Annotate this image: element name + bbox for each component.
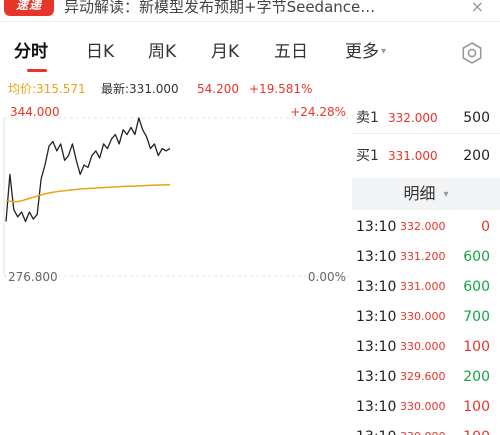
base-percent-label: 0.00% bbox=[307, 270, 346, 284]
trade-price: 331.000 bbox=[400, 280, 446, 293]
chevron-down-icon: ▾ bbox=[443, 188, 449, 200]
trade-price: 330.000 bbox=[400, 340, 446, 353]
trade-detail-label: 明细 bbox=[403, 184, 436, 203]
trade-volume: 700 bbox=[463, 309, 490, 325]
trade-time: 13:10 bbox=[356, 309, 397, 325]
news-badge-label: 速递 bbox=[15, 0, 42, 12]
avg-price-value: 315.571 bbox=[36, 82, 86, 96]
order-book-divider bbox=[352, 133, 500, 134]
trade-time: 13:10 bbox=[356, 399, 397, 415]
quote-stats: 均价:315.571 最新:331.000 54.200 +19.581% bbox=[0, 80, 500, 98]
trade-time: 13:10 bbox=[356, 219, 397, 235]
trade-price: 331.200 bbox=[400, 250, 446, 263]
news-badge: 速递 bbox=[4, 0, 54, 16]
latest-price-value: 331.000 bbox=[129, 82, 179, 96]
close-icon[interactable]: × bbox=[471, 0, 484, 16]
trade-row: 13:10 331.000 600 bbox=[356, 272, 500, 302]
ask-1-label: 卖1 bbox=[356, 110, 379, 126]
trade-time: 13:10 bbox=[356, 279, 397, 295]
trade-time: 13:10 bbox=[356, 249, 397, 265]
tab-more-label: 更多 bbox=[345, 42, 379, 62]
avg-price-stat: 均价:315.571 bbox=[8, 80, 86, 98]
price-change-percent: +19.581% bbox=[249, 82, 313, 96]
tab-monthly-k[interactable]: 月K bbox=[211, 40, 239, 64]
base-price-label: 276.800 bbox=[8, 270, 58, 284]
trade-row: 13:10330.000 100 bbox=[356, 392, 500, 422]
intraday-chart-svg bbox=[3, 117, 352, 277]
ask-1-row: 卖1 332.000 500 bbox=[356, 106, 500, 130]
latest-price-label: 最新: bbox=[101, 82, 130, 96]
trade-row: 13:10 329.600 200 bbox=[356, 362, 500, 392]
tab-weekly-k[interactable]: 周K bbox=[148, 40, 176, 64]
trade-list: 13:10 332.000 0 13:10 331.200 600 13:10 331.000… bbox=[356, 212, 500, 435]
trade-time: 13:10 bbox=[356, 369, 397, 385]
bid-1-volume: 200 bbox=[463, 148, 490, 164]
trade-time: 13:10 bbox=[356, 422, 396, 435]
trade-row: 13:10 331.200 600 bbox=[356, 242, 500, 272]
average-price-line bbox=[5, 184, 171, 203]
trade-price: 330.000 bbox=[400, 400, 446, 413]
intraday-chart[interactable]: 344.000 +24.28% 276.800 0.00% bbox=[0, 98, 352, 435]
trade-volume: 600 bbox=[463, 279, 490, 295]
trade-row: 13:10 332.000 0 bbox=[356, 212, 500, 242]
settings-icon[interactable] bbox=[461, 42, 483, 64]
trade-row: 13:10 330.000 100 bbox=[356, 422, 500, 435]
avg-price-label: 均价: bbox=[8, 82, 37, 96]
trade-row: 13:10330.000 100 bbox=[356, 332, 500, 362]
tab-intraday[interactable]: 分时 bbox=[14, 40, 48, 64]
trade-time: 13:10 bbox=[356, 339, 397, 355]
trade-price: 332.000 bbox=[400, 220, 446, 233]
news-banner[interactable]: 速递 异动解读：新模型发布预期+字节Seedance… × bbox=[0, 0, 500, 22]
chevron-down-icon: ▾ bbox=[381, 46, 387, 57]
price-line bbox=[5, 117, 171, 223]
high-percent-label: +24.28% bbox=[290, 105, 346, 119]
ask-1-price: 332.000 bbox=[388, 111, 438, 125]
trade-row: 13:10 330.000 700 bbox=[356, 302, 500, 332]
bid-1-label: 买1 bbox=[356, 148, 379, 164]
tab-five-day[interactable]: 五日 bbox=[274, 40, 308, 64]
trade-volume: 100 bbox=[463, 339, 490, 355]
trade-volume: 200 bbox=[463, 369, 490, 385]
price-change: 54.200 bbox=[197, 82, 239, 96]
ask-1-volume: 500 bbox=[463, 110, 490, 126]
chart-period-tabs: 分时 日K 周K 月K 五日 更多 ▾ bbox=[0, 36, 500, 76]
trade-detail-dropdown[interactable]: 明细 ▾ bbox=[352, 178, 500, 210]
news-headline[interactable]: 异动解读：新模型发布预期+字节Seedance… bbox=[64, 0, 454, 15]
trade-price: 330.000 bbox=[400, 310, 446, 323]
trade-volume: 600 bbox=[463, 249, 490, 265]
trade-volume: 100 bbox=[463, 422, 490, 435]
high-price-label: 344.000 bbox=[10, 105, 60, 119]
tab-daily-k[interactable]: 日K bbox=[86, 40, 114, 64]
trade-volume: 0 bbox=[481, 219, 490, 235]
trade-price: 329.600 bbox=[400, 370, 446, 383]
active-tab-indicator bbox=[27, 69, 47, 72]
tab-more[interactable]: 更多 ▾ bbox=[345, 40, 386, 64]
latest-price-stat: 最新:331.000 bbox=[101, 80, 179, 98]
trade-price: 330.000 bbox=[400, 422, 446, 435]
bid-1-price: 331.000 bbox=[388, 149, 438, 163]
bid-1-row: 买1 331.000 200 bbox=[356, 144, 500, 168]
trade-volume: 100 bbox=[463, 399, 490, 415]
